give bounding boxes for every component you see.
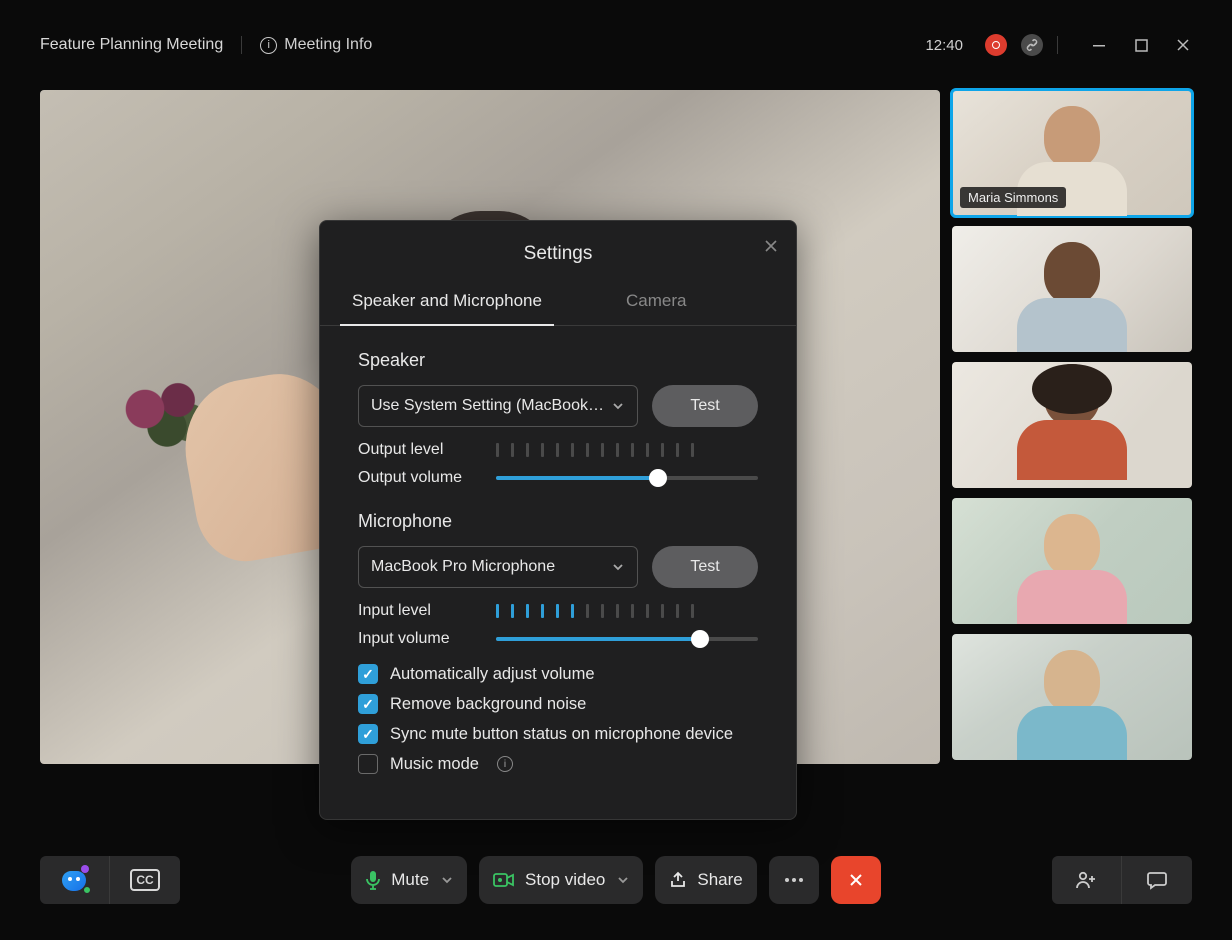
share-label: Share <box>697 870 742 890</box>
input-volume-label: Input volume <box>358 630 478 648</box>
mute-label: Mute <box>391 870 429 890</box>
chevron-down-icon <box>611 399 625 413</box>
more-options-button[interactable] <box>769 856 819 904</box>
chevron-down-icon <box>611 560 625 574</box>
microphone-section-label: Microphone <box>358 511 758 532</box>
chevron-down-icon[interactable] <box>441 874 453 886</box>
chat-icon <box>1147 870 1167 890</box>
auto-adjust-checkbox[interactable] <box>358 664 378 684</box>
meeting-info-label: Meeting Info <box>284 36 372 54</box>
input-level-label: Input level <box>358 602 468 620</box>
info-icon: i <box>260 37 277 54</box>
speaker-section-label: Speaker <box>358 350 758 371</box>
minimize-icon <box>1092 38 1106 52</box>
participant-thumbnail[interactable] <box>952 362 1192 488</box>
microphone-icon <box>365 870 381 890</box>
participant-thumbnails: Maria Simmons <box>952 90 1192 764</box>
maximize-icon <box>1135 39 1148 52</box>
link-icon <box>1025 38 1039 52</box>
tab-speaker-microphone[interactable]: Speaker and Microphone <box>340 281 554 325</box>
maximize-button[interactable] <box>1132 36 1150 54</box>
auto-adjust-label: Automatically adjust volume <box>390 665 595 684</box>
speaker-device-value: Use System Setting (MacBook… <box>371 397 604 415</box>
people-icon <box>1075 870 1097 890</box>
meeting-duration: 12:40 <box>925 37 963 54</box>
participant-thumbnail[interactable] <box>952 498 1192 624</box>
link-button[interactable] <box>1021 34 1043 56</box>
recording-indicator[interactable] <box>985 34 1007 56</box>
participants-button[interactable] <box>1052 856 1122 904</box>
ai-assistant-button[interactable] <box>40 856 110 904</box>
microphone-device-select[interactable]: MacBook Pro Microphone <box>358 546 638 588</box>
participant-thumbnail[interactable] <box>952 634 1192 760</box>
bot-icon <box>60 867 90 893</box>
stop-video-label: Stop video <box>525 870 605 890</box>
participant-thumbnail[interactable]: Maria Simmons <box>952 90 1192 216</box>
input-volume-slider[interactable] <box>496 637 758 641</box>
cc-icon: CC <box>130 869 159 891</box>
music-mode-label: Music mode <box>390 755 479 774</box>
output-level-meter <box>496 443 758 457</box>
participant-thumbnail[interactable] <box>952 226 1192 352</box>
close-icon <box>764 239 778 253</box>
sync-mute-checkbox[interactable] <box>358 724 378 744</box>
share-icon <box>669 871 687 889</box>
output-level-label: Output level <box>358 441 468 459</box>
output-volume-slider[interactable] <box>496 476 758 480</box>
modal-close-button[interactable] <box>764 239 778 253</box>
close-icon <box>848 872 864 888</box>
meeting-title: Feature Planning Meeting <box>40 36 223 54</box>
microphone-test-button[interactable]: Test <box>652 546 758 588</box>
remove-noise-label: Remove background noise <box>390 695 586 714</box>
participant-name-tag: Maria Simmons <box>960 187 1066 208</box>
share-button[interactable]: Share <box>655 856 756 904</box>
modal-title: Settings <box>524 243 593 264</box>
minimize-button[interactable] <box>1090 36 1108 54</box>
speaker-device-select[interactable]: Use System Setting (MacBook… <box>358 385 638 427</box>
camera-icon <box>493 872 515 888</box>
microphone-device-value: MacBook Pro Microphone <box>371 558 555 576</box>
chat-button[interactable] <box>1122 856 1192 904</box>
tab-camera[interactable]: Camera <box>614 281 698 325</box>
close-window-button[interactable] <box>1174 36 1192 54</box>
closed-captions-button[interactable]: CC <box>110 856 180 904</box>
close-icon <box>1176 38 1190 52</box>
divider <box>1057 36 1058 54</box>
meeting-info-button[interactable]: i Meeting Info <box>260 36 372 54</box>
music-mode-checkbox[interactable] <box>358 754 378 774</box>
slider-thumb[interactable] <box>691 630 709 648</box>
sync-mute-label: Sync mute button status on microphone de… <box>390 725 733 744</box>
mute-button[interactable]: Mute <box>351 856 467 904</box>
slider-thumb[interactable] <box>649 469 667 487</box>
input-level-meter <box>496 604 758 618</box>
info-icon[interactable]: i <box>497 756 513 772</box>
divider <box>241 36 242 54</box>
chevron-down-icon[interactable] <box>617 874 629 886</box>
output-volume-label: Output volume <box>358 469 478 487</box>
remove-noise-checkbox[interactable] <box>358 694 378 714</box>
more-icon <box>784 877 804 883</box>
stop-video-button[interactable]: Stop video <box>479 856 643 904</box>
settings-modal: Settings Speaker and Microphone Camera S… <box>319 220 797 820</box>
end-call-button[interactable] <box>831 856 881 904</box>
speaker-test-button[interactable]: Test <box>652 385 758 427</box>
